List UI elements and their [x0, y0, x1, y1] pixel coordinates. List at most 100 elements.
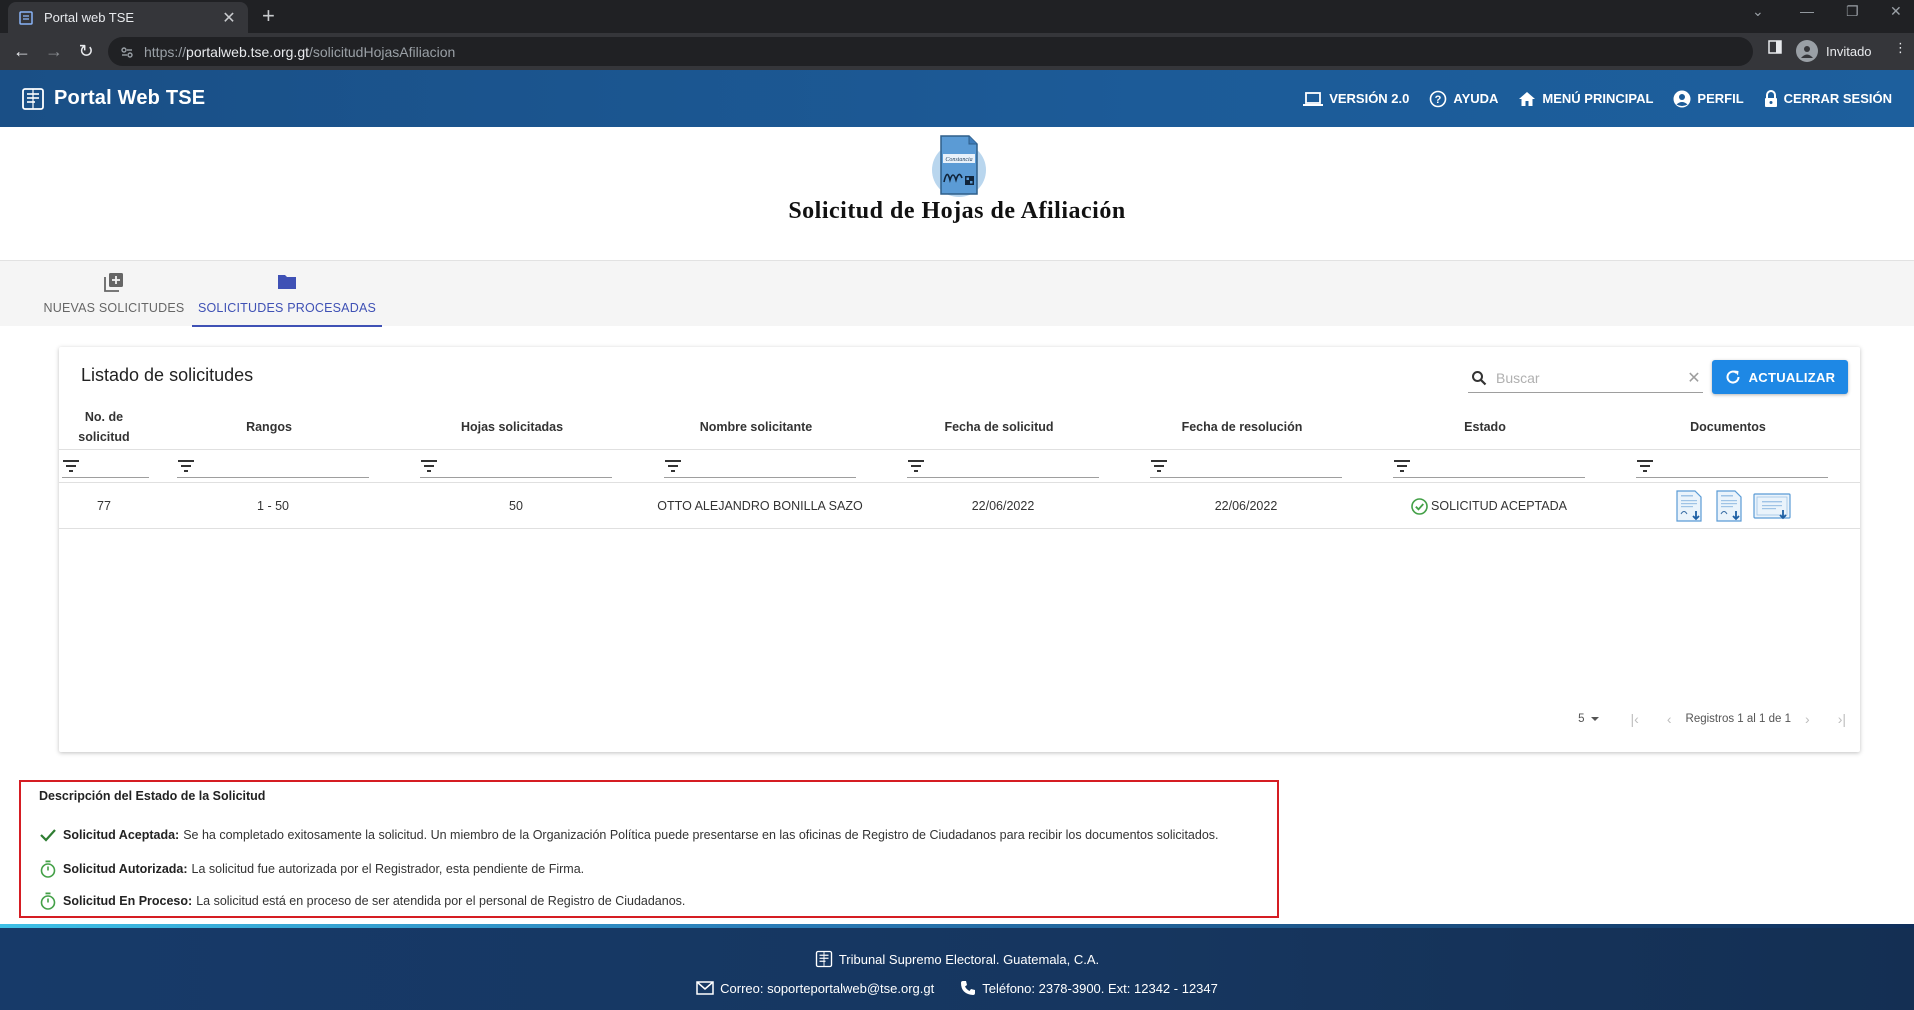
next-page-icon[interactable]: › — [1805, 711, 1810, 727]
status-text: SOLICITUD ACEPTADA — [1431, 499, 1567, 513]
check-circle-icon — [1411, 497, 1428, 515]
first-page-icon[interactable]: |‹ — [1631, 711, 1639, 727]
filter-cell[interactable] — [420, 454, 612, 478]
legend-item-name: Solicitud Autorizada: — [63, 862, 188, 876]
filter-icon[interactable] — [907, 459, 925, 473]
column-header[interactable]: Documentos — [1628, 405, 1828, 449]
url-host: portalweb.tse.org.gt — [186, 43, 309, 60]
filter-cell[interactable] — [177, 454, 369, 478]
search-input[interactable] — [1496, 369, 1685, 386]
footer-contact: Correo: soporteportalweb@tse.org.gt Telé… — [0, 980, 1914, 996]
url-path: /solicitudHojasAfiliacion — [309, 43, 456, 60]
column-header[interactable]: Estado — [1385, 405, 1585, 449]
filter-cell[interactable] — [1150, 454, 1342, 478]
check-icon — [40, 829, 56, 842]
column-header[interactable]: Hojas solicitadas — [412, 405, 612, 449]
status-badge: SOLICITUD ACEPTADA — [1411, 497, 1567, 515]
phone-icon — [961, 981, 976, 995]
filter-icon[interactable] — [1636, 459, 1654, 473]
filter-icon[interactable] — [1393, 459, 1411, 473]
browser-tab-title: Portal web TSE — [44, 10, 135, 25]
filter-icon[interactable] — [420, 459, 438, 473]
refresh-icon — [1726, 370, 1740, 384]
footer-phone-text: Teléfono: 2378-3900. Ext: 12342 - 12347 — [982, 980, 1218, 996]
cell-fecha-resolucion: 22/06/2022 — [1214, 499, 1278, 513]
menu-home[interactable]: MENÚ PRINCIPAL — [1518, 91, 1653, 107]
app-header: Portal Web TSE VERSIÓN 2.0 ? AYUDA MENÚ … — [0, 70, 1914, 127]
reload-icon[interactable]: ↻ — [74, 40, 98, 62]
column-header[interactable]: Fecha de resolución — [1142, 405, 1342, 449]
filter-cell[interactable] — [1393, 454, 1585, 478]
column-header[interactable]: Rangos — [169, 405, 369, 449]
new-tab-icon[interactable]: + — [262, 4, 275, 28]
prev-page-icon[interactable]: ‹ — [1667, 711, 1672, 727]
tab-search-icon[interactable]: ⌄ — [1752, 3, 1764, 20]
footer-email-text: Correo: soporteportalweb@tse.org.gt — [720, 980, 935, 996]
footer: Tribunal Supremo Electoral. Guatemala, C… — [0, 928, 1914, 1010]
filter-icon[interactable] — [177, 459, 195, 473]
address-bar[interactable]: https://portalweb.tse.org.gt/solicitudHo… — [108, 37, 1753, 66]
clear-search-icon[interactable]: ✕ — [1685, 368, 1703, 388]
legend-item-text: Se ha completado exitosamente la solicit… — [183, 828, 1219, 842]
legend-item-text: La solicitud está en proceso de ser aten… — [196, 894, 686, 908]
forward-icon[interactable]: → — [42, 40, 66, 62]
filter-cell[interactable] — [664, 454, 856, 478]
tab-solicitudes-procesadas[interactable]: SOLICITUDES PROCESADAS — [192, 261, 382, 327]
footer-phone[interactable]: Teléfono: 2378-3900. Ext: 12342 - 12347 — [960, 980, 1218, 996]
column-header[interactable]: Fecha de solicitud — [899, 405, 1099, 449]
timer-icon — [40, 892, 56, 910]
footer-org-text: Tribunal Supremo Electoral. Guatemala, C… — [838, 951, 1100, 967]
status-legend: Descripción del Estado de la Solicitud S… — [19, 780, 1279, 918]
menu-logout[interactable]: CERRAR SESIÓN — [1764, 89, 1892, 108]
browser-menu-icon[interactable]: ⋮ — [1894, 40, 1907, 56]
filter-icon[interactable] — [62, 459, 80, 473]
folder-icon — [277, 271, 297, 293]
footer-email[interactable]: Correo: soporteportalweb@tse.org.gt — [696, 981, 934, 996]
page-size-select[interactable]: 5 — [1578, 713, 1600, 725]
browser-toolbar: ← → ↻ https://portalweb.tse.org.gt/solic… — [0, 33, 1914, 70]
avatar-icon — [1796, 40, 1818, 62]
table-row[interactable]: 77 1 - 50 50 OTTO ALEJANDRO BONILLA SAZO… — [59, 483, 1860, 529]
profile-button[interactable]: Invitado — [1796, 40, 1872, 62]
column-header[interactable]: Nombre solicitante — [656, 405, 856, 449]
brand[interactable]: Portal Web TSE — [22, 87, 205, 111]
site-info-icon[interactable] — [120, 45, 134, 59]
window-close-icon[interactable]: ✕ — [1890, 3, 1902, 20]
back-icon[interactable]: ← — [10, 40, 34, 62]
page-title: Solicitud de Hojas de Afiliación — [788, 198, 1126, 224]
table-header: No. de solicitud Rangos Hojas solicitada… — [59, 405, 1860, 449]
mail-icon — [696, 981, 714, 995]
tse-logo-icon — [815, 950, 832, 968]
menu-help[interactable]: ? AYUDA — [1429, 90, 1498, 108]
close-tab-icon[interactable]: ✕ — [220, 8, 238, 28]
filter-cell[interactable] — [62, 454, 149, 478]
cell-hojas: 50 — [509, 499, 523, 513]
legend-item-aceptada: Solicitud Aceptada: Se ha completado exi… — [39, 828, 1219, 842]
cell-rangos: 1 - 50 — [257, 499, 289, 513]
filter-icon[interactable] — [664, 459, 682, 473]
filter-cell[interactable] — [907, 454, 1099, 478]
top-menu: VERSIÓN 2.0 ? AYUDA MENÚ PRINCIPAL PERFI… — [1303, 70, 1892, 127]
document-download-icon[interactable] — [1673, 489, 1705, 523]
restore-icon[interactable]: ❐ — [1846, 3, 1859, 20]
refresh-button[interactable]: ACTUALIZAR — [1712, 360, 1848, 394]
url-scheme: https:// — [144, 43, 187, 60]
constancia-document-icon: Constancia — [932, 135, 986, 197]
column-header[interactable]: No. de solicitud — [59, 405, 149, 449]
document-download-icon[interactable] — [1713, 489, 1745, 523]
minimize-icon[interactable]: — — [1800, 3, 1814, 19]
cell-numero: 77 — [97, 499, 111, 513]
filter-cell[interactable] — [1636, 454, 1828, 478]
pagination-range: Registros 1 al 1 de 1 — [1685, 713, 1792, 725]
menu-version[interactable]: VERSIÓN 2.0 — [1303, 91, 1409, 107]
browser-tab[interactable]: Portal web TSE ✕ — [8, 2, 248, 33]
certificate-download-icon[interactable] — [1753, 489, 1791, 523]
side-panel-icon[interactable] — [1768, 40, 1782, 54]
last-page-icon[interactable]: ›| — [1838, 711, 1846, 727]
tab-bar: NUEVAS SOLICITUDES SOLICITUDES PROCESADA… — [0, 260, 1914, 327]
tab-nuevas-solicitudes[interactable]: NUEVAS SOLICITUDES — [35, 261, 193, 327]
menu-profile[interactable]: PERFIL — [1673, 90, 1744, 108]
filter-icon[interactable] — [1150, 459, 1168, 473]
search-icon — [1472, 370, 1487, 385]
menu-logout-label: CERRAR SESIÓN — [1783, 91, 1892, 106]
